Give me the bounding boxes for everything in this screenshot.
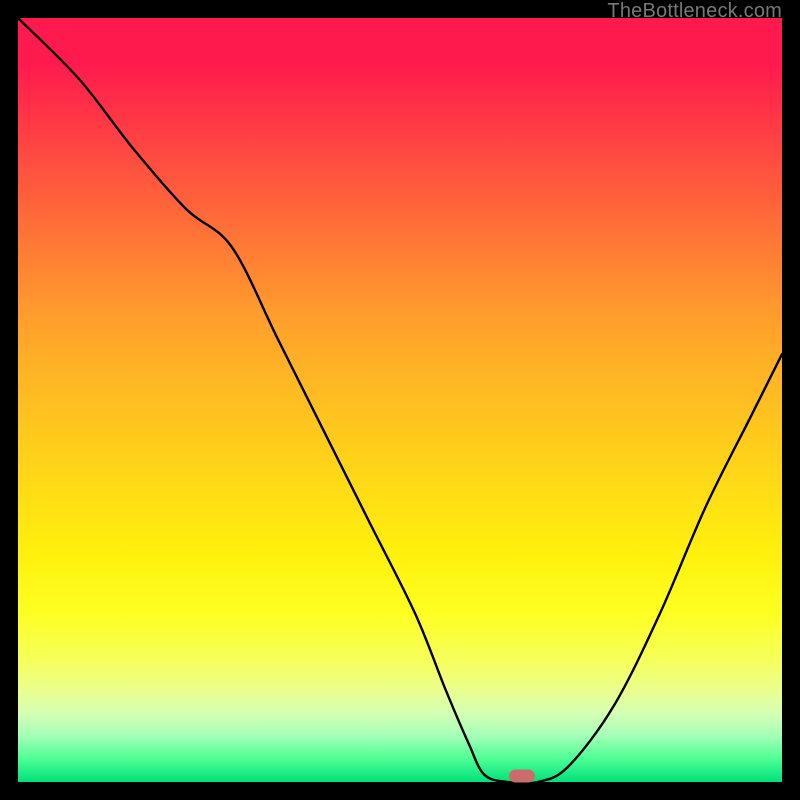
optimal-point-marker (509, 769, 535, 782)
chart-frame: TheBottleneck.com (0, 0, 800, 800)
plot-area (18, 18, 782, 782)
bottleneck-curve (18, 18, 782, 782)
